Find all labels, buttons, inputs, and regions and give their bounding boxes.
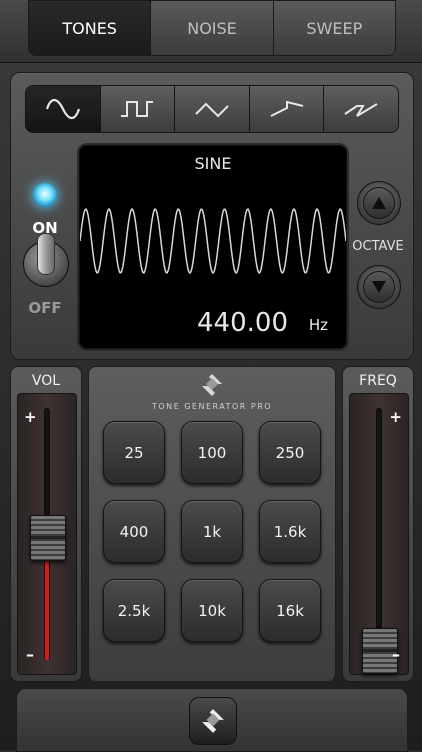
tone-generator-app: TONES NOISE SWEEP ON OFF SINE 440.00 Hz … <box>0 0 422 752</box>
off-label: OFF <box>28 299 62 317</box>
power-led-indicator <box>33 183 57 207</box>
tab-noise[interactable]: NOISE <box>151 1 274 55</box>
tab-sweep[interactable]: SWEEP <box>273 1 395 55</box>
frequency-slider-title: FREQ <box>359 373 397 389</box>
octave-down-button[interactable] <box>357 265 401 309</box>
preset-button-1k[interactable]: 1k <box>181 500 243 563</box>
preset-panel: TONE GENERATOR PRO 25 100 250 400 1k 1.6… <box>88 366 336 682</box>
app-logo-icon <box>202 709 224 733</box>
volume-plus-label: + <box>24 408 37 426</box>
preset-button-250[interactable]: 250 <box>259 421 321 484</box>
waveform-sawtooth-button[interactable] <box>249 86 325 132</box>
octave-up-button[interactable] <box>357 181 401 225</box>
triangle-up-icon <box>372 197 386 209</box>
octave-label: OCTAVE <box>352 239 404 254</box>
frequency-plus-label: + <box>389 408 402 426</box>
waveform-name: SINE <box>194 154 232 173</box>
bottom-bar <box>16 688 408 752</box>
preset-button-2-5k[interactable]: 2.5k <box>103 579 165 642</box>
waveform-display: SINE 440.00 Hz <box>79 145 347 349</box>
preset-button-25[interactable]: 25 <box>103 421 165 484</box>
waveform-square-button[interactable] <box>100 86 176 132</box>
mode-tabs: TONES NOISE SWEEP <box>28 0 396 56</box>
octave-up-inner <box>363 187 395 219</box>
sine-wave-icon <box>45 98 80 120</box>
waveform-selector <box>25 85 399 133</box>
frequency-minus-label: – <box>392 645 400 664</box>
preset-button-16k[interactable]: 16k <box>259 579 321 642</box>
waveform-trace <box>80 207 346 275</box>
app-logo-icon <box>202 374 222 396</box>
brand-name: TONE GENERATOR PRO <box>151 402 273 411</box>
octave-down-inner <box>363 271 395 303</box>
volume-slider-knob[interactable] <box>30 514 66 561</box>
frequency-readout: 440.00 <box>197 308 288 338</box>
frequency-track[interactable]: + – <box>349 393 409 675</box>
volume-level-fill <box>45 558 49 660</box>
frequency-slider-panel: FREQ + – <box>342 366 414 682</box>
square-wave-icon <box>121 101 154 117</box>
app-menu-button[interactable] <box>189 697 237 745</box>
waveform-sine-button[interactable] <box>26 86 101 132</box>
preset-button-100[interactable]: 100 <box>181 421 243 484</box>
preset-button-10k[interactable]: 10k <box>181 579 243 642</box>
reverse-sawtooth-wave-icon <box>344 103 378 117</box>
generator-panel: ON OFF SINE 440.00 Hz OCTAVE <box>10 72 414 360</box>
waveform-reverse-sawtooth-button[interactable] <box>324 86 398 132</box>
volume-slider-panel: VOL + – <box>10 366 82 682</box>
preset-button-1-6k[interactable]: 1.6k <box>259 500 321 563</box>
volume-minus-label: – <box>26 645 34 664</box>
top-bar: TONES NOISE SWEEP <box>0 0 422 63</box>
tab-tones[interactable]: TONES <box>29 1 152 55</box>
power-toggle-switch[interactable] <box>37 233 55 275</box>
volume-title: VOL <box>31 373 61 389</box>
triangle-down-icon <box>372 281 386 293</box>
sawtooth-wave-icon <box>270 100 303 117</box>
preset-grid: 25 100 250 400 1k 1.6k 2.5k 10k 16k <box>103 421 321 642</box>
frequency-groove <box>376 408 382 660</box>
triangle-wave-icon <box>195 102 229 118</box>
frequency-unit: Hz <box>308 316 328 334</box>
waveform-triangle-button[interactable] <box>175 86 250 132</box>
volume-track[interactable]: + – <box>17 393 77 675</box>
preset-button-400[interactable]: 400 <box>103 500 165 563</box>
